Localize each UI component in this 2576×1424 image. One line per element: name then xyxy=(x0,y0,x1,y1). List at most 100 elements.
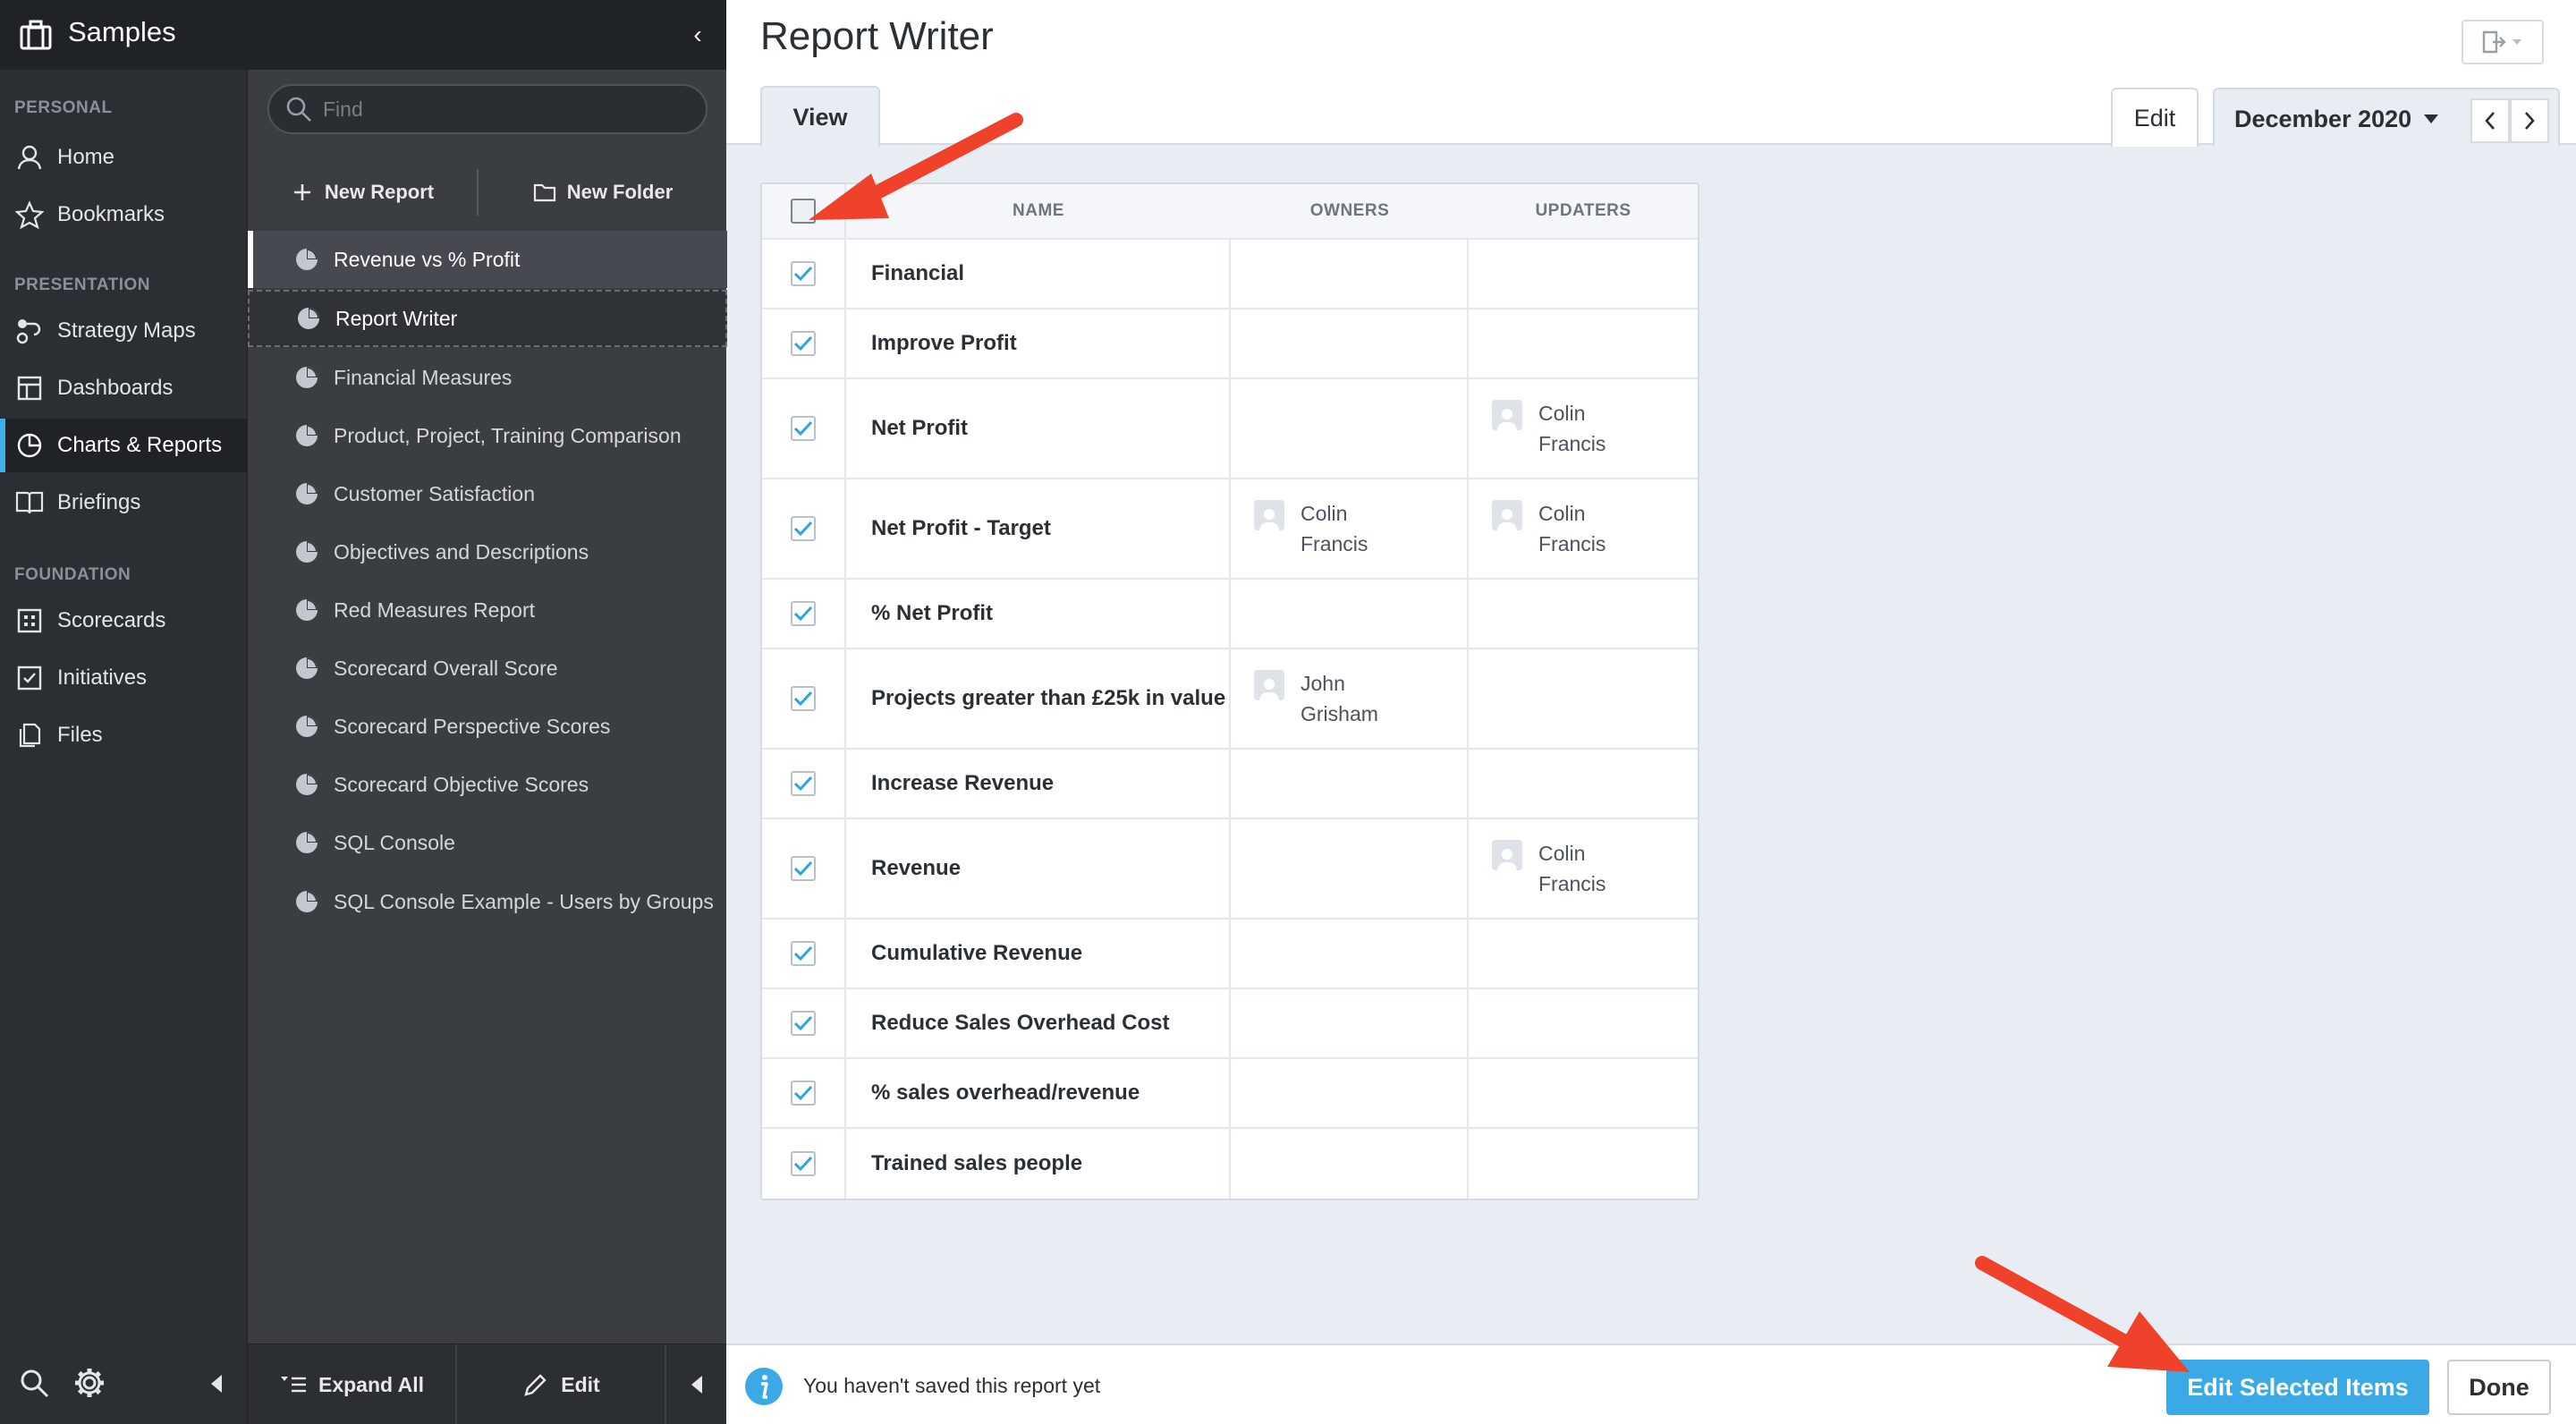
table-row[interactable]: Increase Revenue xyxy=(762,750,1698,819)
find-box[interactable] xyxy=(267,84,708,134)
row-checkbox[interactable] xyxy=(791,686,816,711)
row-checkbox[interactable] xyxy=(791,941,816,966)
expand-all-button[interactable]: Expand All xyxy=(248,1344,457,1424)
row-name: Trained sales people xyxy=(846,1129,1231,1199)
table-row[interactable]: Trained sales people xyxy=(762,1129,1698,1199)
report-item[interactable]: Scorecard Overall Score xyxy=(248,640,727,697)
updater: Colin Francis xyxy=(1492,838,1655,899)
report-item-label: Revenue vs % Profit xyxy=(334,247,521,271)
row-checkbox[interactable] xyxy=(791,856,816,881)
export-button[interactable] xyxy=(2462,20,2544,64)
report-item[interactable]: Report Writer xyxy=(248,290,727,347)
row-owners xyxy=(1231,379,1469,478)
nav-item-bookmarks[interactable]: Bookmarks xyxy=(0,188,247,242)
period-selector[interactable]: December 2020 xyxy=(2213,88,2560,147)
nav-item-initiatives[interactable]: Initiatives xyxy=(0,651,247,705)
table-row[interactable]: Reduce Sales Overhead Cost xyxy=(762,989,1698,1059)
report-item[interactable]: Scorecard Objective Scores xyxy=(248,756,727,813)
row-owners: Colin Francis xyxy=(1231,479,1469,578)
reports-panel: New Report New Folder Revenue vs % Profi… xyxy=(247,70,727,1424)
find-input[interactable] xyxy=(323,97,681,122)
chevron-down-icon[interactable] xyxy=(2424,114,2438,123)
table-row[interactable]: Cumulative Revenue xyxy=(762,920,1698,989)
nav-item-label: Home xyxy=(57,145,115,169)
updater-name: Colin Francis xyxy=(1538,502,1606,555)
nav-section-presentation: PRESENTATION xyxy=(14,275,151,294)
report-item[interactable]: Financial Measures xyxy=(248,349,727,406)
owner-name: John Grisham xyxy=(1301,672,1378,725)
row-checkbox[interactable] xyxy=(791,261,816,286)
pie-chart-icon xyxy=(14,430,45,461)
report-item[interactable]: Product, Project, Training Comparison xyxy=(248,407,727,464)
avatar xyxy=(1492,400,1522,430)
row-checkbox[interactable] xyxy=(791,601,816,626)
table-row[interactable]: Net Profit Colin Francis xyxy=(762,379,1698,479)
row-owners: John Grisham xyxy=(1231,649,1469,748)
nav-item-strategy-maps[interactable]: Strategy Maps xyxy=(0,304,247,358)
nav-item-files[interactable]: Files xyxy=(0,708,247,762)
table-row[interactable]: Financial xyxy=(762,240,1698,309)
row-name: Projects greater than £25k in value xyxy=(846,649,1231,748)
table-row[interactable]: % Net Profit xyxy=(762,580,1698,649)
report-item[interactable]: SQL Console Example - Users by Groups xyxy=(248,873,727,930)
nav-item-dashboards[interactable]: Dashboards xyxy=(0,361,247,415)
report-item[interactable]: Customer Satisfaction xyxy=(248,465,727,522)
new-report-button[interactable]: New Report xyxy=(248,159,477,225)
tab-edit[interactable]: Edit xyxy=(2111,88,2199,147)
new-folder-button[interactable]: New Folder xyxy=(479,159,727,225)
report-item[interactable]: Objectives and Descriptions xyxy=(248,523,727,581)
previous-period-button[interactable] xyxy=(2470,98,2510,143)
collapse-left-icon[interactable] xyxy=(208,1370,225,1397)
row-checkbox[interactable] xyxy=(791,1081,816,1106)
row-name: Improve Profit xyxy=(846,309,1231,377)
gear-icon[interactable] xyxy=(73,1367,106,1399)
header-owners[interactable]: OWNERS xyxy=(1231,184,1469,238)
nav-item-charts-reports[interactable]: Charts & Reports xyxy=(0,419,247,472)
report-item[interactable]: Revenue vs % Profit xyxy=(248,231,727,288)
row-checkbox[interactable] xyxy=(791,1151,816,1176)
files-icon xyxy=(14,720,45,750)
annotation-arrow-icon xyxy=(1975,1256,2190,1372)
nav-item-scorecards[interactable]: Scorecards xyxy=(0,594,247,648)
table-row[interactable]: Projects greater than £25k in value John G… xyxy=(762,649,1698,750)
pie-chart-icon xyxy=(296,541,318,563)
collapse-panel-button[interactable] xyxy=(666,1344,727,1424)
report-item-label: Customer Satisfaction xyxy=(334,481,535,505)
done-button[interactable]: Done xyxy=(2447,1360,2551,1415)
report-item[interactable]: SQL Console xyxy=(248,814,727,871)
table-row[interactable]: Revenue Colin Francis xyxy=(762,819,1698,920)
header-updaters[interactable]: UPDATERS xyxy=(1469,184,1698,238)
row-checkbox[interactable] xyxy=(791,771,816,796)
row-checkbox[interactable] xyxy=(791,331,816,356)
table-row[interactable]: Net Profit - Target Colin Francis Colin Fran… xyxy=(762,479,1698,580)
edit-selected-items-button[interactable]: Edit Selected Items xyxy=(2166,1360,2429,1415)
folder-icon xyxy=(533,183,555,202)
pie-chart-icon xyxy=(296,774,318,795)
table-row[interactable]: Improve Profit xyxy=(762,309,1698,379)
row-checkbox[interactable] xyxy=(791,516,816,541)
star-icon xyxy=(14,199,45,230)
owner-name: Colin Francis xyxy=(1301,502,1368,555)
nav-item-label: Dashboards xyxy=(57,376,174,400)
collapse-nav-button[interactable]: ‹ xyxy=(685,20,710,50)
owner: Colin Francis xyxy=(1254,498,1417,559)
row-checkbox[interactable] xyxy=(791,416,816,441)
chevron-right-icon xyxy=(2525,112,2535,130)
new-folder-label: New Folder xyxy=(566,181,674,203)
table-row[interactable]: % sales overhead/revenue xyxy=(762,1059,1698,1129)
chevron-left-icon xyxy=(2485,112,2495,130)
report-item[interactable]: Red Measures Report xyxy=(248,581,727,639)
nav-item-briefings[interactable]: Briefings xyxy=(0,476,247,530)
pencil-icon xyxy=(524,1374,547,1396)
search-icon[interactable] xyxy=(18,1367,50,1399)
edit-button[interactable]: Edit xyxy=(457,1344,666,1424)
export-icon xyxy=(2482,30,2521,54)
report-item-label: Scorecard Overall Score xyxy=(334,656,558,680)
next-period-button[interactable] xyxy=(2510,98,2549,143)
app-header: Samples ‹ xyxy=(0,0,726,70)
nav-item-home[interactable]: Home xyxy=(0,131,247,184)
report-item[interactable]: Scorecard Perspective Scores xyxy=(248,698,727,755)
row-check-cell xyxy=(762,1129,846,1199)
report-item-label: SQL Console Example - Users by Groups xyxy=(334,889,714,913)
row-checkbox[interactable] xyxy=(791,1011,816,1036)
